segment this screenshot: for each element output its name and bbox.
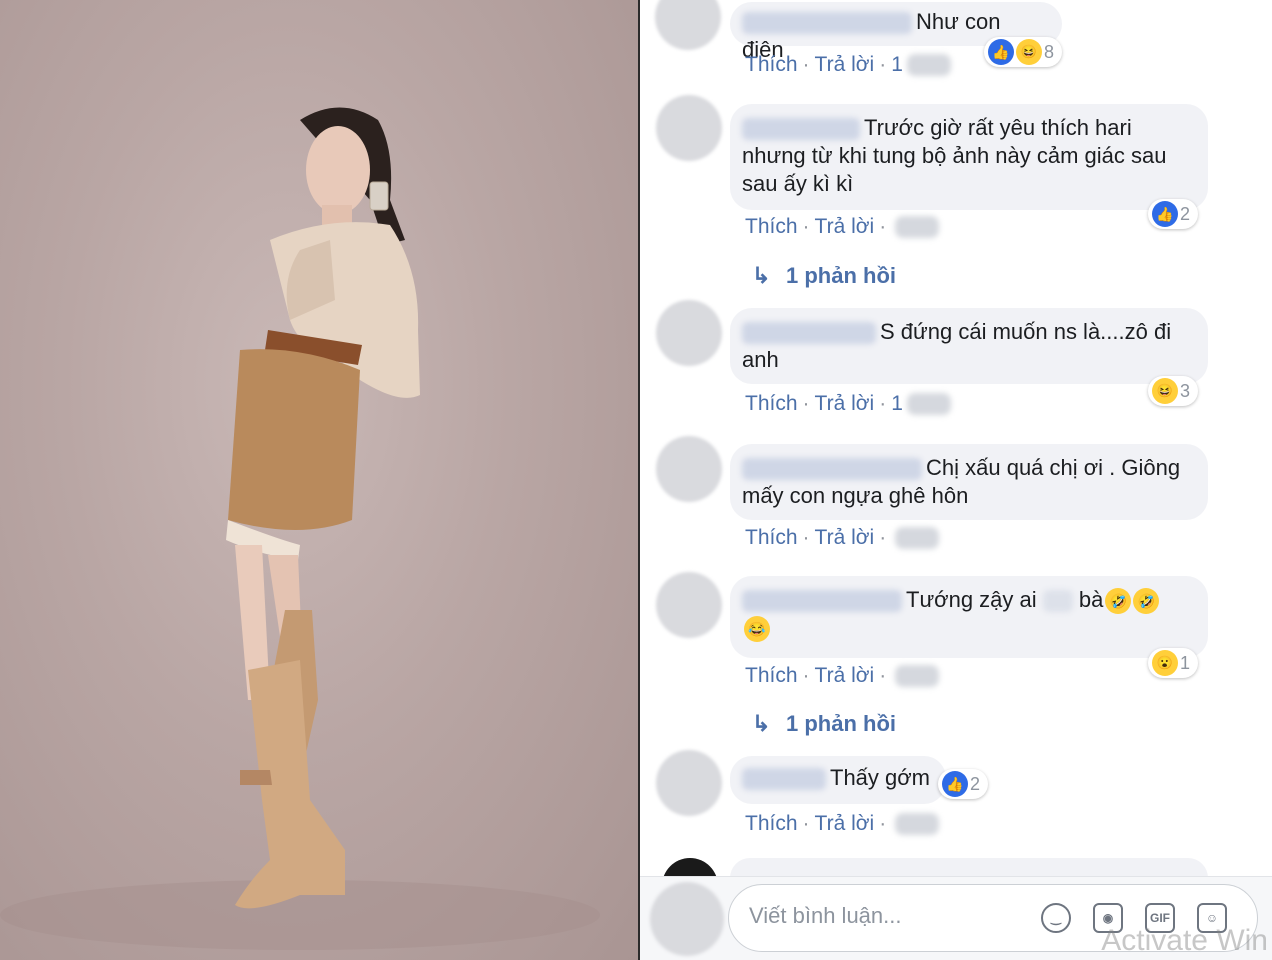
comment-bubble: Tướng zậy ai bà 🤣 🤣 😂 bbox=[730, 576, 1208, 658]
blurred-username[interactable] bbox=[742, 768, 826, 791]
comment-actions: Thích · Trả lời · bbox=[745, 664, 940, 688]
reaction-count: 3 bbox=[1180, 380, 1191, 401]
comment-actions: Thích · Trả lời · bbox=[745, 526, 940, 550]
blurred-username[interactable] bbox=[742, 458, 922, 481]
reaction-summary[interactable]: 👍 😆 8 bbox=[984, 37, 1063, 67]
reply-link[interactable]: Trả lời bbox=[815, 664, 875, 687]
timestamp[interactable]: 1 bbox=[891, 53, 903, 76]
avatar[interactable] bbox=[656, 436, 722, 502]
comment-actions: Thích · Trả lời · bbox=[745, 812, 940, 836]
haha-icon: 😆 bbox=[1152, 378, 1178, 404]
view-replies-link[interactable]: ↳ 1 phản hồi bbox=[752, 263, 896, 289]
activation-watermark: Activate Win bbox=[1101, 924, 1268, 957]
wow-icon: 😮 bbox=[1152, 650, 1178, 676]
reaction-summary[interactable]: 👍 2 bbox=[938, 769, 989, 799]
laughing-emoji-icon: 😂 bbox=[744, 616, 770, 643]
avatar[interactable] bbox=[655, 0, 721, 50]
model-illustration bbox=[0, 107, 600, 950]
reply-link[interactable]: Trả lời bbox=[815, 812, 875, 835]
comment-bubble: Chị xấu quá chị ơi . Giông mấy con ngựa … bbox=[730, 444, 1208, 520]
like-link[interactable]: Thích bbox=[745, 53, 798, 76]
reply-link[interactable]: Trả lời bbox=[815, 392, 875, 415]
like-link[interactable]: Thích bbox=[745, 526, 798, 549]
comment-text: Thấy gớm bbox=[830, 765, 931, 790]
rofl-emoji-icon: 🤣 bbox=[1105, 588, 1132, 615]
blurred-username[interactable] bbox=[742, 118, 860, 141]
like-link[interactable]: Thích bbox=[745, 664, 798, 687]
reaction-summary[interactable]: 😮 1 bbox=[1148, 648, 1199, 678]
avatar[interactable] bbox=[656, 572, 722, 638]
avatar[interactable] bbox=[656, 300, 722, 366]
comment-input-placeholder: Viết bình luận... bbox=[749, 903, 902, 928]
like-link[interactable]: Thích bbox=[745, 392, 798, 415]
fashion-photo bbox=[0, 0, 638, 960]
avatar[interactable] bbox=[656, 95, 722, 161]
comment-actions: Thích · Trả lời · bbox=[745, 215, 940, 239]
blurred-username[interactable] bbox=[742, 322, 876, 345]
reply-link[interactable]: Trả lời bbox=[815, 53, 875, 76]
reaction-summary[interactable]: 👍 2 bbox=[1148, 199, 1199, 229]
comment-text: Tướng zậy ai bbox=[906, 587, 1037, 612]
like-link[interactable]: Thích bbox=[745, 215, 798, 238]
comment-text-tail: bà bbox=[1078, 587, 1104, 612]
reply-link[interactable]: Trả lời bbox=[815, 215, 875, 238]
avatar[interactable] bbox=[656, 750, 722, 816]
blurred-username[interactable] bbox=[742, 590, 902, 613]
blurred-username[interactable] bbox=[742, 12, 912, 35]
like-icon: 👍 bbox=[942, 771, 968, 797]
reaction-summary[interactable]: 😆 3 bbox=[1148, 376, 1199, 406]
replies-label: 1 phản hồi bbox=[786, 263, 896, 288]
comment-actions: Thích · Trả lời · 1 bbox=[745, 53, 951, 77]
comment-bubble: Trước giờ rất yêu thích hari nhưng từ kh… bbox=[730, 104, 1208, 210]
rofl-emoji-icon: 🤣 bbox=[1133, 588, 1160, 615]
reaction-count: 8 bbox=[1044, 41, 1055, 62]
reply-link[interactable]: Trả lời bbox=[815, 526, 875, 549]
like-icon: 👍 bbox=[1152, 201, 1178, 227]
reaction-count: 1 bbox=[1180, 652, 1191, 673]
like-link[interactable]: Thích bbox=[745, 812, 798, 835]
replies-label: 1 phản hồi bbox=[786, 711, 896, 736]
haha-icon: 😆 bbox=[1016, 39, 1042, 65]
reaction-count: 2 bbox=[1180, 203, 1191, 224]
like-icon: 👍 bbox=[988, 39, 1014, 65]
comment-bubble: Thấy gớm bbox=[730, 756, 946, 804]
reply-arrow-icon: ↳ bbox=[752, 263, 771, 288]
reaction-count: 2 bbox=[970, 773, 981, 794]
timestamp[interactable]: 1 bbox=[891, 392, 903, 415]
reply-arrow-icon: ↳ bbox=[752, 711, 771, 736]
comments-panel: Như con điên 👍 😆 8 Thích · Trả lời · 1 Trước… bbox=[640, 0, 1272, 960]
comment-bubble: S đứng cái muốn ns là....zô đi anh bbox=[730, 308, 1208, 384]
current-user-avatar[interactable] bbox=[650, 882, 724, 956]
smiley-icon[interactable]: ‿ bbox=[1041, 903, 1071, 933]
comment-actions: Thích · Trả lời · 1 bbox=[745, 392, 951, 416]
view-replies-link[interactable]: ↳ 1 phản hồi bbox=[752, 711, 896, 737]
